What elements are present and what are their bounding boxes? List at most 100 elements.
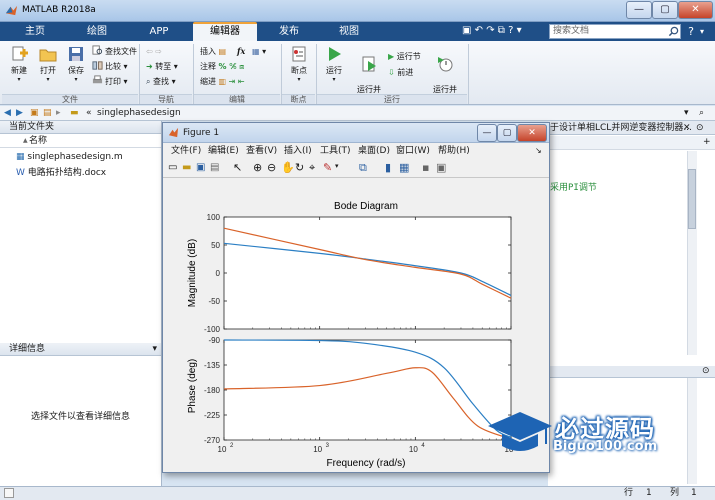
details-collapse-icon[interactable]: ▾	[152, 343, 157, 356]
quick-access-toolbar[interactable]: ▣ ↶ ↷ ⧉ ? ▾	[462, 25, 522, 36]
insert-icon: ▤	[218, 47, 227, 56]
open-button[interactable]: 打开 ▾	[34, 45, 62, 83]
figure-close-button[interactable]: ✕	[517, 124, 547, 142]
show-plot-tools-icon[interactable]: ▣	[436, 161, 446, 174]
fx-button[interactable]: fx	[237, 45, 245, 58]
close-button[interactable]: ✕	[678, 1, 713, 19]
save-quick-icon[interactable]: ▣	[462, 25, 471, 36]
nav-arrows[interactable]: ⇦ ⇨	[146, 45, 162, 58]
file-list-header[interactable]: 名称 ▲	[0, 135, 161, 148]
editor-undock-icon[interactable]: ⊙	[696, 121, 704, 134]
search-docs-input[interactable]: 搜索文档	[549, 24, 681, 39]
command-window-scrollbar[interactable]	[687, 378, 697, 484]
zoom-in-icon[interactable]: ⊕	[253, 161, 262, 174]
menu-insert[interactable]: 插入(I)	[284, 143, 312, 159]
menu-file[interactable]: 文件(F)	[171, 143, 201, 159]
scrollbar-thumb[interactable]	[688, 169, 696, 229]
tab-view[interactable]: 视图	[318, 22, 380, 41]
browse-folder-icon[interactable]: ▤	[43, 106, 52, 121]
menu-desktop[interactable]: 桌面(D)	[358, 143, 390, 159]
ribbon-collapse-icon[interactable]: ▾	[700, 24, 712, 39]
tab-home[interactable]: 主页	[4, 22, 66, 41]
menu-view[interactable]: 查看(V)	[246, 143, 277, 159]
list-item[interactable]: ▦ singlephasedesign.m	[16, 152, 123, 162]
path-search-icon[interactable]: ⌕	[699, 106, 704, 121]
current-folder-path-bar[interactable]: ◀ ▶ ▣ ▤ ▸ ▬ « singlephasedesign ▾ ⌕	[0, 106, 715, 121]
maximize-button[interactable]: ▢	[652, 1, 678, 19]
tab-apps[interactable]: APP	[128, 22, 190, 41]
editor-add-tab-icon[interactable]: +	[703, 137, 711, 147]
list-item[interactable]: W 电路拓扑结构.docx	[16, 165, 106, 178]
brush-dropdown-icon[interactable]: ▾	[335, 162, 339, 170]
editor-tab-label[interactable]: 于设计单相LCL并网逆变器控制器...	[550, 121, 692, 134]
menu-dock-icon[interactable]: ↘	[535, 143, 542, 159]
find-button[interactable]: ⌕ 查找 ▾	[146, 75, 176, 88]
redo-quick-icon[interactable]: ↷	[486, 25, 494, 36]
tab-publish[interactable]: 发布	[260, 22, 318, 41]
path-history-dropdown-icon[interactable]: ▾	[684, 106, 689, 121]
tab-editor[interactable]: 编辑器	[193, 22, 257, 41]
new-figure-icon[interactable]: ▭	[168, 162, 177, 173]
search-icon[interactable]	[668, 26, 679, 37]
path-segment[interactable]: singlephasedesign	[97, 106, 181, 121]
fx-icons[interactable]: ▦ ▾	[252, 45, 266, 58]
editor-panel[interactable]: 于设计单相LCL并网逆变器控制器... ✕ ⊙ + 采用PI调节	[548, 121, 715, 366]
find-files-button[interactable]: 查找文件	[92, 45, 137, 58]
phase-ylabel: Phase (deg)	[187, 359, 198, 413]
path-dropdown-icon[interactable]: ▸	[56, 106, 61, 121]
run-section-button[interactable]: ▶ 运行节	[388, 50, 421, 63]
print-button[interactable]: 打印 ▾	[92, 75, 128, 88]
minimize-button[interactable]: —	[626, 1, 652, 19]
save-figure-icon[interactable]: ▣	[196, 162, 205, 173]
help-quick-icon[interactable]: ?	[508, 25, 513, 36]
run-button[interactable]: 运行 ▾	[320, 45, 348, 83]
compare-button[interactable]: 比较 ▾	[92, 60, 128, 73]
save-button[interactable]: 保存 ▾	[62, 45, 90, 83]
quick-dropdown-icon[interactable]: ▾	[517, 25, 522, 36]
menu-help[interactable]: 帮助(H)	[438, 143, 470, 159]
figure-minimize-button[interactable]: —	[477, 124, 497, 142]
goto-button[interactable]: ➜ 转至 ▾	[146, 60, 178, 73]
open-file-icon[interactable]: ▬	[182, 162, 191, 173]
undo-quick-icon[interactable]: ↶	[475, 25, 483, 36]
advance-button[interactable]: ⇩ 前进	[388, 66, 413, 79]
back-arrow-icon[interactable]: ◀	[4, 106, 11, 121]
print-figure-icon[interactable]: ▤	[210, 162, 219, 173]
up-folder-icon[interactable]: ▣	[30, 106, 39, 121]
menu-tools[interactable]: 工具(T)	[320, 143, 351, 159]
minimize-icon: —	[482, 128, 492, 138]
figure-title-bar[interactable]: Figure 1 — ▢ ✕	[163, 123, 549, 143]
phase-axes[interactable]: -90-135-180-225-270102103104105	[204, 336, 521, 454]
menu-edit[interactable]: 编辑(E)	[208, 143, 239, 159]
editor-close-icon[interactable]: ✕	[683, 121, 691, 134]
switch-window-icon[interactable]: ⧉	[498, 25, 505, 36]
forward-arrow-icon[interactable]: ▶	[16, 106, 23, 121]
data-cursor-icon[interactable]: ⌖	[309, 161, 315, 175]
menu-window[interactable]: 窗口(W)	[396, 143, 430, 159]
insert-button[interactable]: 插入 ▤	[200, 45, 226, 58]
breakpoints-button[interactable]: 断点 ▾	[285, 45, 313, 83]
insert-legend-icon[interactable]: ▦	[399, 161, 409, 174]
tab-plots[interactable]: 绘图	[66, 22, 128, 41]
pan-hand-icon[interactable]: ✋	[281, 161, 295, 174]
command-window-menu-icon[interactable]: ⊙	[702, 366, 710, 376]
help-icon[interactable]: ?	[684, 24, 698, 39]
code-line[interactable]: 采用PI调节	[550, 180, 597, 193]
hide-plot-tools-icon[interactable]: ▪	[422, 161, 429, 174]
col-value: 1	[691, 488, 697, 498]
link-plot-icon[interactable]: ⧉	[359, 161, 367, 175]
indent-button[interactable]: 缩进 ▥ ⇥ ⇤	[200, 75, 245, 88]
insert-colorbar-icon[interactable]: ▮	[385, 161, 391, 174]
figure-maximize-button[interactable]: ▢	[497, 124, 517, 142]
new-button[interactable]: 新建 ▾	[5, 45, 33, 83]
rotate-3d-icon[interactable]: ↻	[295, 161, 304, 174]
editor-vertical-scrollbar[interactable]	[687, 151, 697, 355]
comment-button[interactable]: 注释 % %̸ ⧈	[200, 60, 244, 73]
magnitude-axes[interactable]: 100 50 0 -50 -100	[204, 213, 512, 334]
column-name-header[interactable]: 名称	[29, 135, 47, 148]
back-nav-icon[interactable]: ⇦	[146, 47, 153, 56]
forward-nav-icon[interactable]: ⇨	[155, 47, 162, 56]
zoom-out-icon[interactable]: ⊖	[267, 161, 276, 174]
brush-icon[interactable]: ✎	[323, 161, 332, 174]
edit-plot-arrow-icon[interactable]: ↖	[233, 161, 242, 174]
